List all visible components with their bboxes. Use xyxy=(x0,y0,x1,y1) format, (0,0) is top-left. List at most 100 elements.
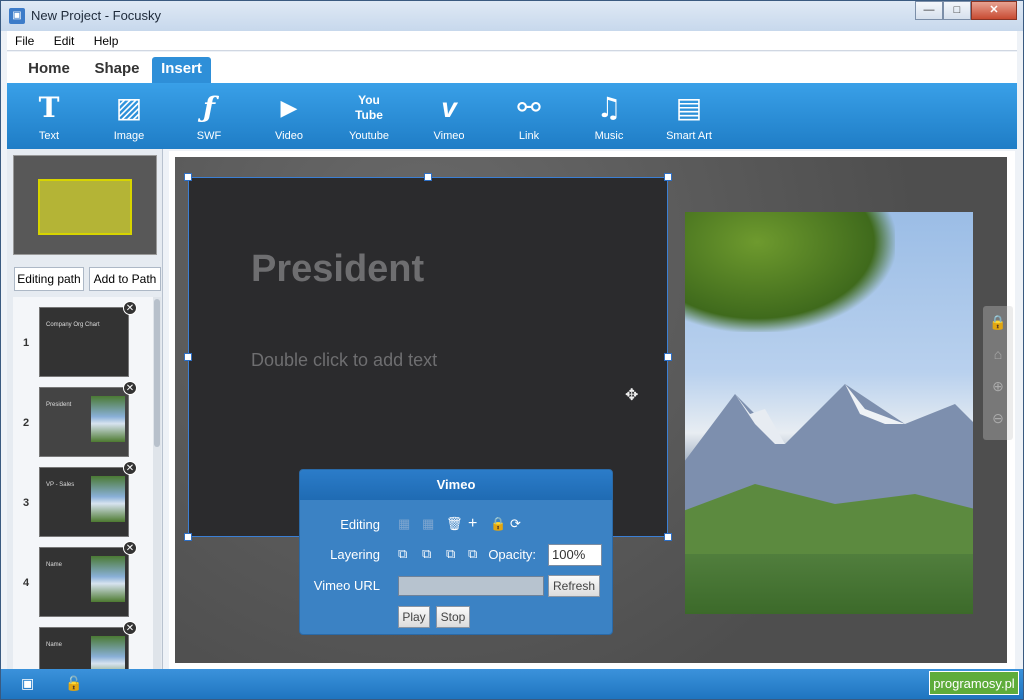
tab-insert[interactable]: Insert xyxy=(152,57,211,83)
tab-shape[interactable]: Shape xyxy=(87,57,147,83)
title-bar: ▣ New Project - Focusky — □ ✕ xyxy=(1,1,1023,31)
unlock-icon[interactable]: 🔓 xyxy=(65,675,82,692)
bring-to-front-icon[interactable]: ⧉ xyxy=(398,546,407,562)
minimize-button[interactable]: — xyxy=(915,1,943,20)
lock-icon[interactable]: 🔒 xyxy=(490,516,506,532)
slide-thumbnail[interactable]: Name xyxy=(39,627,129,669)
close-button[interactable]: ✕ xyxy=(971,1,1017,20)
zoom-out-icon[interactable]: ⊖ xyxy=(983,402,1013,434)
slide-item[interactable]: Name ✕ xyxy=(13,621,155,669)
slide-item[interactable]: 1 Company Org Chart ✕ xyxy=(13,301,155,383)
stop-button[interactable]: Stop xyxy=(436,606,470,628)
tab-home[interactable]: Home xyxy=(19,57,79,83)
refresh-button[interactable]: Refresh xyxy=(548,575,600,597)
delete-slide-icon[interactable]: ✕ xyxy=(123,461,137,475)
resize-handle[interactable] xyxy=(664,173,672,181)
vimeo-icon: v xyxy=(441,92,457,123)
ribbon-music-button[interactable]: ♫ Music xyxy=(574,89,644,147)
bring-forward-icon[interactable]: ⧉ xyxy=(422,546,431,562)
link-icon: ⚯ xyxy=(517,91,541,124)
resize-handle[interactable] xyxy=(184,353,192,361)
menu-bar: File Edit Help xyxy=(7,31,1017,51)
replace-icon[interactable]: ▦ xyxy=(398,516,410,532)
ribbon-vimeo-button[interactable]: v Vimeo xyxy=(414,89,484,147)
resize-handle[interactable] xyxy=(664,533,672,541)
delete-icon[interactable]: 🗑 xyxy=(446,516,463,532)
current-frame-highlight xyxy=(38,179,132,235)
editing-path-button[interactable]: Editing path xyxy=(14,267,84,291)
slide-item[interactable]: 3 VP - Sales ✕ xyxy=(13,461,155,543)
ribbon-smart-art-button[interactable]: ▤ Smart Art xyxy=(654,89,724,147)
delete-slide-icon[interactable]: ✕ xyxy=(123,301,137,315)
slide-title[interactable]: President xyxy=(251,248,424,291)
delete-slide-icon[interactable]: ✕ xyxy=(123,381,137,395)
slide-list: 1 Company Org Chart ✕ 2 President ✕ 3 VP… xyxy=(13,297,155,669)
canvas-area: President Double click to add text ✥ Vim… xyxy=(169,151,1015,669)
ribbon-text-button[interactable]: T Text xyxy=(14,89,84,147)
mountain-shape xyxy=(685,384,973,554)
ribbon-swf-button[interactable]: ƒ SWF xyxy=(174,89,244,147)
image-icon: ▨ xyxy=(115,91,143,124)
slide-item[interactable]: 2 President ✕ xyxy=(13,381,155,463)
slide-thumbnail[interactable]: Company Org Chart xyxy=(39,307,129,377)
maximize-button[interactable]: □ xyxy=(943,1,971,20)
rotate-icon[interactable]: ⟳ xyxy=(510,516,521,532)
ribbon-youtube-button[interactable]: You Tube Youtube xyxy=(334,89,404,147)
status-bar: ▣ 🔓 programosy.pl xyxy=(1,669,1023,699)
insert-ribbon: T Text ▨ Image ƒ SWF ▶ Video You Tube Yo… xyxy=(7,83,1017,149)
crop-icon[interactable]: ▦ xyxy=(422,516,434,532)
add-to-path-button[interactable]: Add to Path xyxy=(89,267,161,291)
slides-sidebar: Editing path Add to Path 1 Company Org C… xyxy=(7,149,163,669)
slide-list-scrollbar-thumb[interactable] xyxy=(154,299,160,447)
ribbon-video-button[interactable]: ▶ Video xyxy=(254,89,324,147)
resize-handle[interactable] xyxy=(184,533,192,541)
slide-thumb-text: President xyxy=(46,402,72,408)
slide-thumbnail[interactable]: Name xyxy=(39,547,129,617)
slide-item[interactable]: 4 Name ✕ xyxy=(13,541,155,623)
ribbon-image-button[interactable]: ▨ Image xyxy=(94,89,164,147)
stage[interactable]: President Double click to add text ✥ Vim… xyxy=(175,157,1007,663)
slide-thumb-text: Company Org Chart xyxy=(46,322,100,328)
menu-file[interactable]: File xyxy=(7,31,42,48)
slide-thumb-text: Name xyxy=(46,642,63,648)
mountain-photo[interactable] xyxy=(685,212,973,614)
resize-handle[interactable] xyxy=(664,353,672,361)
ribbon-label: Link xyxy=(518,130,540,142)
ribbon-label: Youtube xyxy=(349,130,389,142)
presentation-icon[interactable]: ▣ xyxy=(21,675,34,692)
slide-thumb-photo xyxy=(91,396,125,442)
layering-label: Layering xyxy=(330,547,380,562)
window-title: New Project - Focusky xyxy=(31,8,162,23)
ribbon-label: Text xyxy=(38,130,60,142)
ribbon-label: Image xyxy=(113,130,145,142)
menu-edit[interactable]: Edit xyxy=(46,31,83,48)
lock-view-icon[interactable]: 🔒 xyxy=(983,306,1013,338)
menu-help[interactable]: Help xyxy=(86,31,127,48)
app-window: ▣ New Project - Focusky — □ ✕ File Edit … xyxy=(0,0,1024,700)
play-button[interactable]: Play xyxy=(398,606,430,628)
slide-number: 1 xyxy=(23,337,30,349)
slide-thumbnail[interactable]: President xyxy=(39,387,129,457)
delete-slide-icon[interactable]: ✕ xyxy=(123,621,137,635)
delete-slide-icon[interactable]: ✕ xyxy=(123,541,137,555)
slide-thumb-photo xyxy=(91,556,125,602)
zoom-in-icon[interactable]: ⊕ xyxy=(983,370,1013,402)
app-icon: ▣ xyxy=(9,8,25,24)
home-view-icon[interactable]: ⌂ xyxy=(983,338,1013,370)
opacity-label: Opacity: xyxy=(488,547,536,562)
tab-bar: Home Shape Insert xyxy=(7,52,1017,83)
resize-handle[interactable] xyxy=(424,173,432,181)
music-icon: ♫ xyxy=(596,91,622,124)
slide-number: 2 xyxy=(23,417,30,429)
slide-thumbnail[interactable]: VP - Sales xyxy=(39,467,129,537)
overview-thumbnail[interactable] xyxy=(13,155,157,255)
vimeo-url-input[interactable] xyxy=(398,576,544,596)
opacity-input[interactable]: 100% xyxy=(548,544,602,566)
vimeo-panel: Vimeo Editing ▦ ▦ 🗑 + 🔒 ⟳ Layering ⧉ ⧉ ⧉… xyxy=(299,469,613,635)
ribbon-label: Music xyxy=(594,130,624,142)
ribbon-link-button[interactable]: ⚯ Link xyxy=(494,89,564,147)
slide-subtitle-placeholder[interactable]: Double click to add text xyxy=(251,350,437,371)
resize-handle[interactable] xyxy=(184,173,192,181)
add-icon[interactable]: + xyxy=(468,515,477,533)
vimeo-url-label: Vimeo URL xyxy=(313,578,380,593)
